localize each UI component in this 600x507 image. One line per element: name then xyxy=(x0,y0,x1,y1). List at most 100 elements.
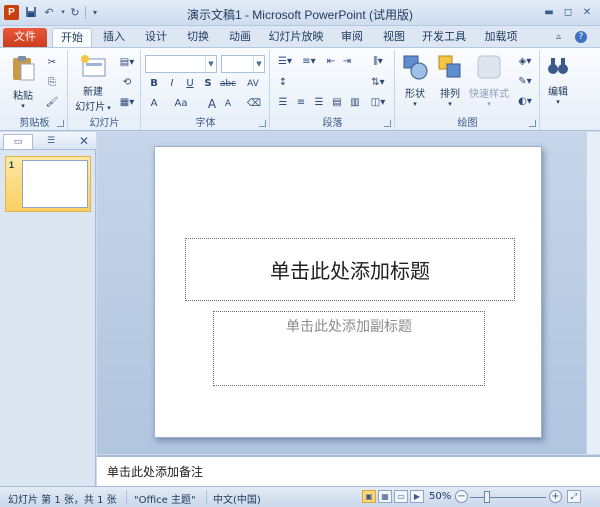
new-slide-button[interactable]: 新建 幻灯片 ▾ xyxy=(73,54,113,113)
shapes-label: 形状 xyxy=(405,89,425,100)
clear-formatting-icon[interactable]: ⌫ xyxy=(246,97,262,111)
title-placeholder[interactable]: 单击此处添加标题 xyxy=(185,238,515,301)
slide-sorter-view-icon[interactable]: ▦ xyxy=(378,490,392,503)
font-family-dropdown-icon[interactable]: ▼ xyxy=(205,56,216,72)
shapes-button[interactable]: 形状 ▾ xyxy=(399,54,431,108)
tab-transitions[interactable]: 切换 xyxy=(180,28,216,48)
notes-placeholder[interactable]: 单击此处添加备注 xyxy=(107,463,203,480)
tab-developer[interactable]: 开发工具 xyxy=(418,28,470,48)
editing-button[interactable]: 编辑 ▾ xyxy=(543,54,573,106)
decrease-indent-icon[interactable]: ⇤ xyxy=(323,55,339,69)
normal-view-icon[interactable]: ▣ xyxy=(362,490,376,503)
zoom-out-icon[interactable]: − xyxy=(455,490,468,503)
font-size-dropdown-icon[interactable]: ▼ xyxy=(253,56,264,72)
slide-number: 1 xyxy=(9,160,15,170)
format-painter-icon[interactable]: 🖌 xyxy=(44,96,60,110)
align-center-icon[interactable]: ≡ xyxy=(293,96,309,110)
tab-slide-show[interactable]: 幻灯片放映 xyxy=(264,28,328,48)
slide-canvas[interactable]: 单击此处添加标题 单击此处添加副标题 xyxy=(154,146,542,438)
shape-effects-icon[interactable]: ◐▾ xyxy=(514,95,536,109)
paste-button[interactable]: 粘贴 ▾ xyxy=(6,54,40,110)
new-slide-label-2: 幻灯片 xyxy=(75,102,106,113)
font-size-combo[interactable]: ▼ xyxy=(221,55,265,73)
language-status[interactable]: 中文(中国) xyxy=(213,491,261,506)
reset-icon[interactable]: ⟲ xyxy=(117,76,137,90)
copy-icon[interactable]: ⎘ xyxy=(44,76,60,90)
underline-button[interactable]: U xyxy=(182,77,198,91)
group-font: ▼ ▼ B I U S abc AV A Aa A A ⌫ 字体 xyxy=(142,50,270,130)
tab-design[interactable]: 设计 xyxy=(138,28,174,48)
section-icon[interactable]: ▦▾ xyxy=(117,96,137,110)
group-drawing: 形状 ▾ 排列 ▾ 快速样式 ▾ ◈▾ ✎▾ ◐▾ 绘图 xyxy=(396,50,540,130)
columns-icon[interactable]: ⫼▾ xyxy=(367,55,389,69)
tab-view[interactable]: 视图 xyxy=(376,28,412,48)
distribute-icon[interactable]: ▥ xyxy=(347,96,363,110)
vertical-scrollbar[interactable] xyxy=(586,132,600,454)
numbering-icon[interactable]: ≡▾ xyxy=(299,55,319,69)
subtitle-placeholder[interactable]: 单击此处添加副标题 xyxy=(213,311,485,386)
cut-icon[interactable]: ✂ xyxy=(44,56,60,70)
shape-outline-icon[interactable]: ✎▾ xyxy=(514,75,536,89)
shapes-dropdown-icon: ▾ xyxy=(413,101,417,108)
text-direction-icon[interactable]: ⇅▾ xyxy=(367,76,389,90)
font-family-combo[interactable]: ▼ xyxy=(145,55,217,73)
arrange-button[interactable]: 排列 ▾ xyxy=(434,54,466,108)
tab-file[interactable]: 文件 xyxy=(3,28,47,48)
bullets-icon[interactable]: ☰▾ xyxy=(275,55,295,69)
notes-pane[interactable]: 单击此处添加备注 xyxy=(97,455,600,486)
tab-review[interactable]: 审阅 xyxy=(335,28,369,48)
slides-tab-icon[interactable]: ▭ xyxy=(3,134,33,149)
strikethrough-button[interactable]: abc xyxy=(218,77,238,91)
drawing-launcher-icon[interactable] xyxy=(529,120,536,127)
slide-show-view-icon[interactable]: ▶ xyxy=(410,490,424,503)
tab-home[interactable]: 开始 xyxy=(52,28,92,48)
slide-thumbnail-selected[interactable]: 1 xyxy=(5,156,91,212)
zoom-in-icon[interactable]: + xyxy=(549,490,562,503)
minimize-ribbon-icon[interactable]: ▵ xyxy=(556,31,561,42)
editing-label: 编辑 xyxy=(548,87,568,98)
shape-fill-icon[interactable]: ◈▾ xyxy=(514,55,536,69)
align-right-icon[interactable]: ☰ xyxy=(311,96,327,110)
zoom-level[interactable]: 50% xyxy=(429,491,451,502)
increase-indent-icon[interactable]: ⇥ xyxy=(339,55,355,69)
minimize-icon[interactable]: ▬ xyxy=(540,5,558,20)
zoom-slider-track[interactable] xyxy=(470,497,546,498)
panel-tabs: ▭ ☰ ✕ xyxy=(0,132,96,150)
shrink-font-button[interactable]: A xyxy=(220,97,236,111)
theme-status[interactable]: "Office 主题" xyxy=(134,491,196,506)
align-left-icon[interactable]: ☰ xyxy=(275,96,291,110)
group-label-font: 字体 xyxy=(195,118,216,129)
layout-icon[interactable]: ▤▾ xyxy=(117,56,137,70)
help-icon[interactable]: ? xyxy=(575,31,587,43)
clipboard-launcher-icon[interactable] xyxy=(57,120,64,127)
change-case-button[interactable]: Aa xyxy=(170,97,192,111)
smartart-icon[interactable]: ◫▾ xyxy=(367,96,389,110)
grow-font-button[interactable]: A xyxy=(204,97,220,111)
shadow-s-button[interactable]: S xyxy=(200,77,216,91)
status-separator xyxy=(126,490,127,504)
tab-add-ins[interactable]: 加载项 xyxy=(478,28,524,48)
slide-thumbnail[interactable] xyxy=(22,160,88,208)
justify-icon[interactable]: ▤ xyxy=(329,96,345,110)
group-label-slides: 幻灯片 xyxy=(89,118,120,129)
zoom-slider-thumb[interactable] xyxy=(483,491,490,503)
close-icon[interactable]: ✕ xyxy=(578,5,596,20)
maximize-icon[interactable]: ◻ xyxy=(559,5,577,20)
quick-styles-button[interactable]: 快速样式 ▾ xyxy=(468,54,510,108)
line-spacing-icon[interactable]: ↕ xyxy=(275,76,291,90)
paragraph-launcher-icon[interactable] xyxy=(384,120,391,127)
character-spacing-button[interactable]: AV xyxy=(242,77,264,91)
tab-insert[interactable]: 插入 xyxy=(96,28,132,48)
reading-view-icon[interactable]: ▭ xyxy=(394,490,408,503)
font-launcher-icon[interactable] xyxy=(259,120,266,127)
bold-button[interactable]: B xyxy=(146,77,162,91)
tab-animations[interactable]: 动画 xyxy=(222,28,258,48)
font-color-button[interactable]: A xyxy=(146,97,162,111)
paste-icon xyxy=(13,56,35,81)
fit-to-window-icon[interactable]: ⤢ xyxy=(567,490,581,503)
outline-tab-icon[interactable]: ☰ xyxy=(36,134,66,149)
status-separator xyxy=(206,490,207,504)
close-panel-icon[interactable]: ✕ xyxy=(76,134,92,149)
italic-button[interactable]: I xyxy=(164,77,180,91)
quick-styles-icon xyxy=(477,55,501,79)
